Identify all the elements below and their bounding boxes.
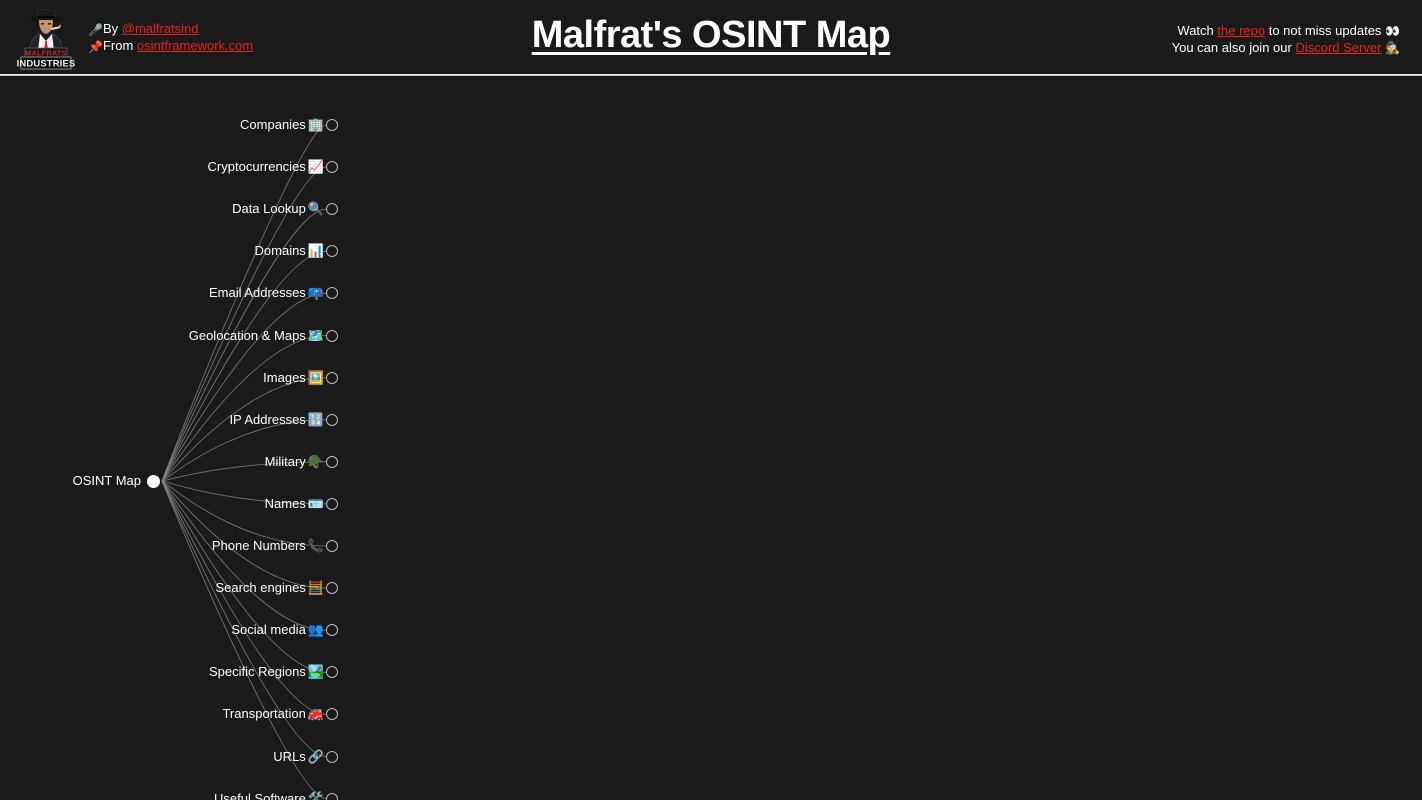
node-emoji-icon: 🗺️ [307,327,324,343]
node-expand-circle[interactable] [326,245,338,258]
node-label: Search engines [215,580,306,596]
page-header: MALFRATS INDUSTRIES 🎤By @malfratsind 📌Fr… [0,0,1422,76]
repo-link[interactable]: the repo [1217,23,1265,38]
watch-suffix: to not miss updates [1265,23,1386,38]
node-label: Names [264,495,306,511]
root-node-label: OSINT Map [72,473,141,488]
node-expand-circle[interactable] [326,203,338,216]
mindmap-node-urls[interactable]: URLs 🔗 [0,747,338,767]
mindmap-node-ip-addresses[interactable]: IP Addresses 🔢 [0,410,338,430]
mindmap-node-specific-regions[interactable]: Specific Regions 🏞️ [0,662,338,682]
svg-text:INDUSTRIES: INDUSTRIES [17,57,76,68]
node-expand-circle[interactable] [326,750,338,763]
mindmap-node-names[interactable]: Names 🪪 [0,494,338,514]
node-expand-circle[interactable] [326,161,338,174]
node-emoji-icon: 🖼️ [307,369,324,385]
watch-repo-row: Watch the repo to not miss updates 👀 [1172,22,1400,39]
eyes-icon: 👀 [1385,24,1400,38]
node-emoji-icon: 📞 [307,538,324,553]
node-emoji-icon: 🧮 [307,580,324,596]
node-expand-circle[interactable] [326,624,338,637]
node-label: Transportation [222,706,306,722]
node-emoji-icon: 🚒 [307,706,324,722]
node-emoji-icon: 📊 [307,243,324,259]
node-label: IP Addresses [229,411,306,427]
discord-prefix: You can also join our [1171,40,1296,55]
mindmap-node-images[interactable]: Images 🖼️ [0,368,338,388]
node-label: Phone Numbers [211,538,306,553]
mindmap-node-military[interactable]: Military 🪖 [0,452,338,472]
node-expand-circle[interactable] [326,329,338,342]
node-emoji-icon: 🔍 [307,201,324,217]
mindmap-node-phone-numbers[interactable]: Phone Numbers 📞 [0,536,338,556]
node-label: Geolocation & Maps [188,327,306,343]
mindmap-node-geolocation-maps[interactable]: Geolocation & Maps 🗺️ [0,326,338,346]
discord-link[interactable]: Discord Server [1295,40,1381,55]
node-expand-circle[interactable] [326,119,338,131]
node-expand-circle[interactable] [326,287,338,300]
node-label: Social media [231,622,306,638]
node-expand-circle[interactable] [326,792,338,800]
node-expand-circle[interactable] [326,540,338,552]
node-expand-circle[interactable] [326,413,338,426]
detective-icon: 🕵️ [1385,41,1400,55]
node-expand-circle[interactable] [326,455,338,468]
node-emoji-icon: 🛠️ [307,790,324,800]
node-emoji-icon: 🔢 [307,411,324,427]
mindmap-node-transportation[interactable]: Transportation 🚒 [0,704,338,724]
mindmap-root-node[interactable]: OSINT Map [0,471,160,491]
node-emoji-icon: 👥 [307,622,324,638]
node-emoji-icon: 🪖 [307,453,324,469]
node-label: Companies [240,117,306,132]
mindmap-node-data-lookup[interactable]: Data Lookup 🔍 [0,199,338,219]
watch-prefix: Watch [1177,23,1218,38]
node-emoji-icon: 🏢 [307,117,324,132]
node-expand-circle[interactable] [326,708,338,721]
node-expand-circle[interactable] [326,582,338,595]
node-expand-circle[interactable] [326,666,338,679]
node-label: Domains [254,243,306,259]
mindmap-canvas[interactable]: OSINT Map Companies 🏢 Cryptocurrencies 📈 Dat… [0,76,1422,800]
node-expand-circle[interactable] [326,497,338,510]
mindmap-node-email-addresses[interactable]: Email Addresses 📪 [0,283,338,303]
node-label: URLs [273,748,306,764]
node-label: Specific Regions [208,664,306,680]
root-node-dot[interactable] [147,474,160,488]
node-emoji-icon: 🔗 [307,748,324,764]
node-emoji-icon: 🪪 [307,495,324,511]
node-label: Cryptocurrencies [207,159,306,175]
discord-row: You can also join our Discord Server 🕵️ [1172,39,1400,56]
mindmap-node-companies[interactable]: Companies 🏢 [0,115,338,135]
node-emoji-icon: 📈 [307,159,324,175]
mindmap-edges [161,124,327,800]
mindmap-node-useful-software[interactable]: Useful Software 🛠️ [0,789,338,800]
node-label: Email Addresses [208,285,306,301]
node-label: Images [263,369,306,385]
node-label: Useful Software [214,790,306,800]
mindmap-node-domains[interactable]: Domains 📊 [0,241,338,261]
node-label: Military [264,453,306,469]
mindmap-node-social-media[interactable]: Social media 👥 [0,620,338,640]
node-expand-circle[interactable] [326,371,338,384]
header-notices: Watch the repo to not miss updates 👀 You… [1172,22,1400,56]
node-emoji-icon: 🏞️ [307,664,324,680]
mindmap-node-search-engines[interactable]: Search engines 🧮 [0,578,338,598]
node-label: Data Lookup [232,201,306,217]
mindmap-node-cryptocurrencies[interactable]: Cryptocurrencies 📈 [0,157,338,177]
node-emoji-icon: 📪 [307,285,324,301]
